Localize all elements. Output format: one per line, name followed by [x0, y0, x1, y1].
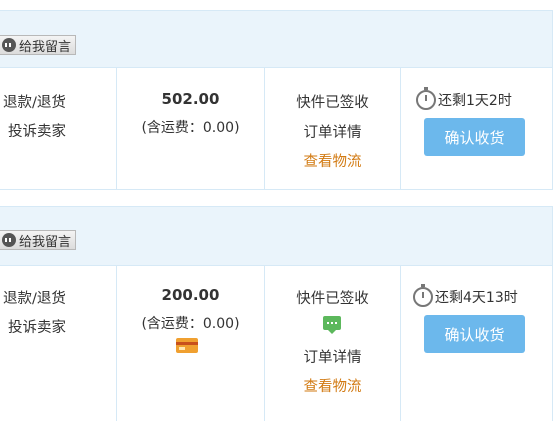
order-row: 退款/退货 投诉卖家 502.00 (含运费：0.00) 快件已签收 订单详情 … [0, 68, 553, 190]
actions-column: 退款/退货 投诉卖家 [0, 266, 117, 421]
confirm-receipt-button[interactable]: 确认收货 [424, 118, 525, 156]
order-row: 退款/退货 投诉卖家 200.00 (含运费：0.00) 快件已签收 订单详情 … [0, 266, 553, 421]
order-header: 给我留言 [0, 206, 553, 266]
complain-seller-link[interactable]: 投诉卖家 [8, 120, 66, 141]
confirm-column: 还剩4天13时 确认收货 [401, 266, 553, 421]
speech-bubble-icon [2, 38, 16, 52]
time-remaining-text: 还剩1天2时 [438, 93, 512, 109]
stopwatch-icon [416, 87, 436, 110]
order-header: 给我留言 [0, 10, 553, 68]
time-remaining-text: 还剩4天13时 [435, 290, 518, 306]
credit-card-icon[interactable] [176, 338, 198, 353]
confirm-column: 还剩1天2时 确认收货 [401, 68, 553, 189]
price-column: 502.00 (含运费：0.00) [117, 68, 265, 189]
shipping-note: (含运费：0.00) [141, 316, 240, 332]
actions-column: 退款/退货 投诉卖家 [0, 68, 117, 189]
confirm-receipt-button[interactable]: 确认收货 [424, 315, 525, 353]
leave-message-button[interactable]: 给我留言 [0, 35, 77, 55]
order-detail-link[interactable]: 订单详情 [265, 346, 400, 367]
order-price: 200.00 [161, 286, 220, 304]
shipping-note: (含运费：0.00) [141, 120, 240, 136]
stopwatch-icon [413, 284, 433, 307]
speech-bubble-icon [2, 233, 16, 247]
delivery-status: 快件已签收 [296, 95, 369, 111]
status-column: 快件已签收 订单详情 查看物流 [265, 266, 401, 421]
time-remaining: 还剩4天13时 [413, 284, 518, 307]
order-detail-link[interactable]: 订单详情 [265, 121, 400, 142]
price-column: 200.00 (含运费：0.00) [117, 266, 265, 421]
time-remaining: 还剩1天2时 [416, 87, 512, 110]
delivery-status: 快件已签收 [296, 291, 369, 307]
leave-message-label: 给我留言 [19, 39, 72, 55]
refund-link[interactable]: 退款/退货 [3, 287, 66, 308]
chat-icon[interactable] [323, 316, 341, 334]
refund-link[interactable]: 退款/退货 [3, 91, 66, 112]
view-logistics-link[interactable]: 查看物流 [265, 375, 400, 396]
view-logistics-link[interactable]: 查看物流 [265, 150, 400, 171]
order-price: 502.00 [161, 90, 220, 108]
leave-message-button[interactable]: 给我留言 [0, 230, 77, 250]
complain-seller-link[interactable]: 投诉卖家 [8, 316, 66, 337]
status-column: 快件已签收 订单详情 查看物流 [265, 68, 401, 189]
leave-message-label: 给我留言 [19, 234, 72, 250]
